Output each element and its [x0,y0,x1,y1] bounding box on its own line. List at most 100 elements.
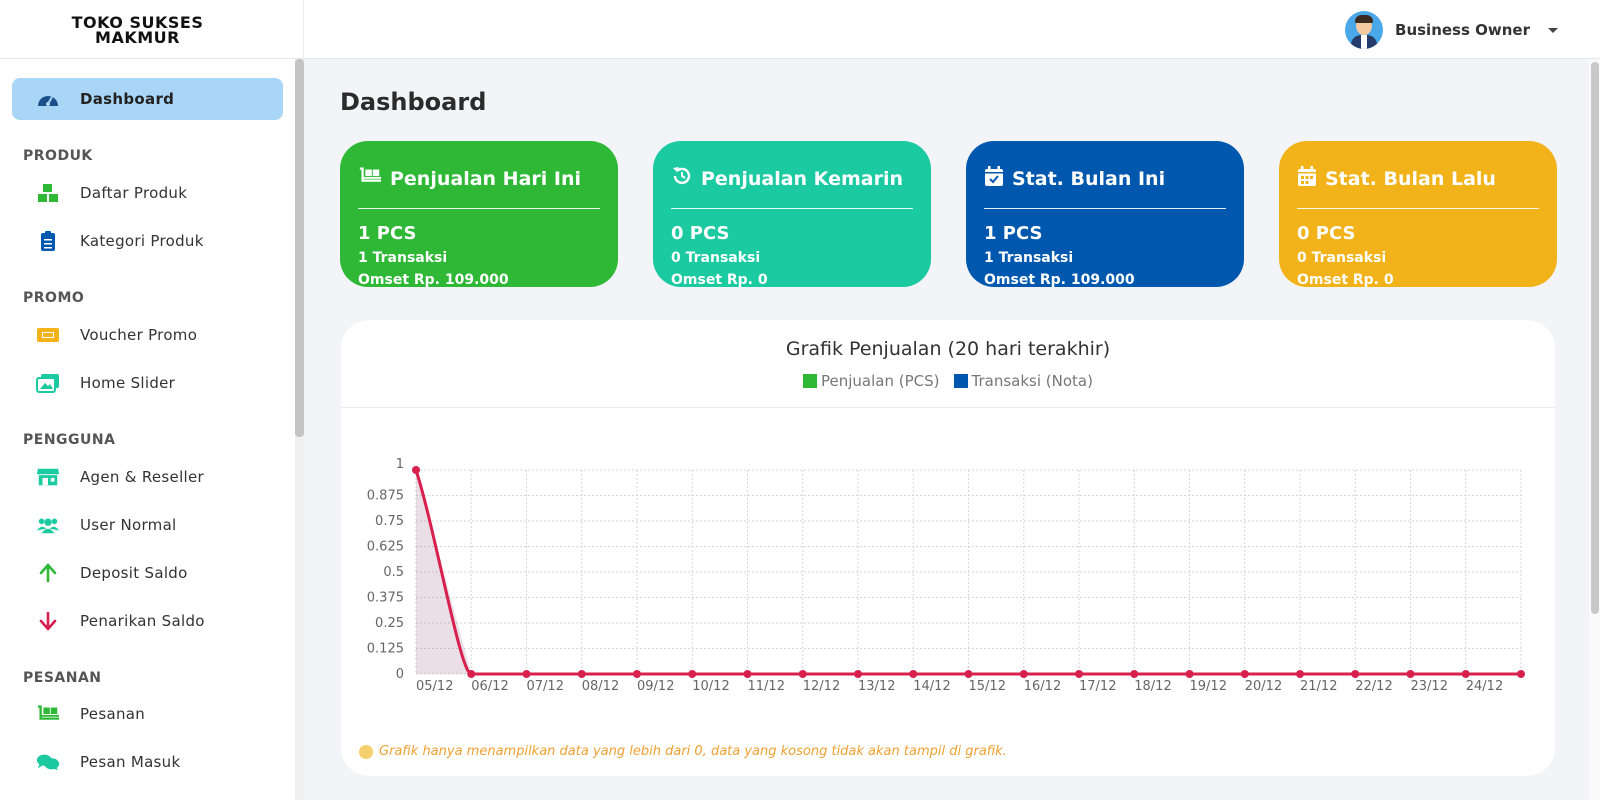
sidebar-item-label: Deposit Saldo [80,564,188,582]
sidebar-scrollbar-thumb[interactable] [295,59,304,437]
user-menu[interactable]: Business Owner [1345,11,1558,49]
x-tick-label: 10/12 [692,679,729,694]
sidebar [0,59,304,800]
ticket-icon [36,324,60,346]
sidebar-item-label: Agen & Reseller [80,468,205,486]
data-point [1517,670,1525,678]
data-point [1296,670,1304,678]
data-point [1130,670,1139,678]
y-tick-label: 1 [396,457,404,472]
sales-line-chart: 1 0.875 0.75 0.625 0.5 0.375 0.25 0.125 0 05/12 06… [367,457,1525,694]
x-tick-label: 22/12 [1355,679,1392,694]
card-title: Penjualan Kemarin [701,167,903,190]
section-produk: PRODUK [23,148,93,164]
sidebar-item-label: Penarikan Saldo [80,612,205,630]
sidebar-item-dashboard[interactable]: Dashboard [12,78,283,120]
x-tick-label: 19/12 [1190,679,1227,694]
stat-card-bulan-lalu: Stat. Bulan Lalu 0 PCS 0 Transaksi Omset… [1279,141,1557,288]
calendar-check-icon [984,165,1004,192]
y-tick-label: 0.625 [367,540,404,555]
section-pesanan: PESANAN [23,670,102,686]
sidebar-item-label: User Normal [80,516,177,534]
data-point [1461,670,1470,678]
data-point [964,670,973,678]
arrow-down-icon [36,610,60,632]
data-point [467,670,476,678]
card-transaksi: 1 Transaksi [358,250,448,266]
sidebar-item-label: Kategori Produk [80,232,204,250]
card-title: Stat. Bulan Ini [1012,167,1166,190]
data-point [577,670,586,678]
y-tick-label: 0.75 [375,514,404,529]
brand-logo[interactable]: TOKO SUKSES MAKMUR [0,0,304,59]
sidebar-item-label: Daftar Produk [80,184,188,202]
sidebar-item-pesan-masuk[interactable]: Pesan Masuk [12,741,283,783]
data-point [1406,670,1415,678]
card-transaksi: 1 Transaksi [984,250,1074,266]
dolly-icon [358,166,382,191]
x-tick-label: 17/12 [1079,679,1116,694]
x-tick-label: 20/12 [1245,679,1282,694]
sidebar-item-label: Pesan Masuk [80,753,181,771]
store-icon [36,466,60,488]
sidebar-item-label: Home Slider [80,374,176,392]
images-icon [36,372,60,394]
clipboard-list-icon [36,230,60,252]
tachometer-icon [36,88,60,110]
x-tick-label: 23/12 [1411,679,1448,694]
sidebar-item-pesanan[interactable]: Pesanan [12,693,283,735]
chart-note-text: Grafik hanya menampilkan data yang lebih… [379,744,1007,759]
sidebar-item-daftar-produk[interactable]: Daftar Produk [12,172,283,214]
x-tick-label: 14/12 [913,679,950,694]
x-tick-label: 12/12 [803,679,840,694]
y-tick-label: 0.375 [367,591,404,606]
section-pengguna: PENGGUNA [23,432,116,448]
card-omset: Omset Rp. 0 [671,272,768,288]
calendar-icon [1297,165,1317,192]
x-tick-label: 06/12 [471,679,508,694]
sidebar-item-user-normal[interactable]: User Normal [12,504,283,546]
sidebar-item-kategori-produk[interactable]: Kategori Produk [12,220,283,262]
card-omset: Omset Rp. 109.000 [984,272,1135,288]
avatar [1345,11,1384,49]
data-point [743,670,752,678]
y-tick-label: 0.125 [367,642,404,657]
data-point [412,466,420,474]
x-tick-label: 21/12 [1300,679,1337,694]
card-title: Penjualan Hari Ini [390,167,582,190]
sidebar-item-home-slider[interactable]: Home Slider [12,362,283,404]
section-promo: PROMO [23,290,85,306]
data-point [1240,670,1249,678]
data-point [909,670,918,678]
data-point [854,670,862,678]
sidebar-item-agen-reseller[interactable]: Agen & Reseller [12,456,283,498]
sidebar-item-penarikan-saldo[interactable]: Penarikan Saldo [12,600,283,642]
x-tick-label: 08/12 [582,679,619,694]
stat-card-bulan-ini: Stat. Bulan Ini 1 PCS 1 Transaksi Omset … [966,141,1244,288]
data-point [1019,670,1028,678]
card-transaksi: 0 Transaksi [671,250,761,266]
card-pcs: 1 PCS [984,223,1043,244]
stat-card-penjualan-hari-ini: Penjualan Hari Ini 1 PCS 1 Transaksi Oms… [340,141,618,288]
sidebar-item-label: Pesanan [80,705,146,723]
dolly-icon [36,703,60,725]
boxes-icon [36,182,60,204]
x-tick-label: 09/12 [637,679,674,694]
data-point [522,670,531,678]
data-point [798,670,807,678]
data-point [1185,670,1194,678]
caret-down-icon [1548,27,1558,33]
card-title: Stat. Bulan Lalu [1325,167,1496,190]
sidebar-item-label: Dashboard [80,90,175,108]
sidebar-item-voucher-promo[interactable]: Voucher Promo [12,314,283,356]
card-omset: Omset Rp. 0 [1297,272,1394,288]
x-tick-label: 13/12 [858,679,895,694]
data-point [1351,670,1360,678]
stat-card-penjualan-kemarin: Penjualan Kemarin 0 PCS 0 Transaksi Omse… [653,141,931,288]
page-scrollbar-thumb[interactable] [1591,62,1599,614]
data-point [688,670,697,678]
page-title: Dashboard [340,88,487,116]
info-dot-icon [359,744,373,759]
sidebar-item-deposit-saldo[interactable]: Deposit Saldo [12,552,283,594]
y-tick-label: 0.25 [375,616,404,631]
